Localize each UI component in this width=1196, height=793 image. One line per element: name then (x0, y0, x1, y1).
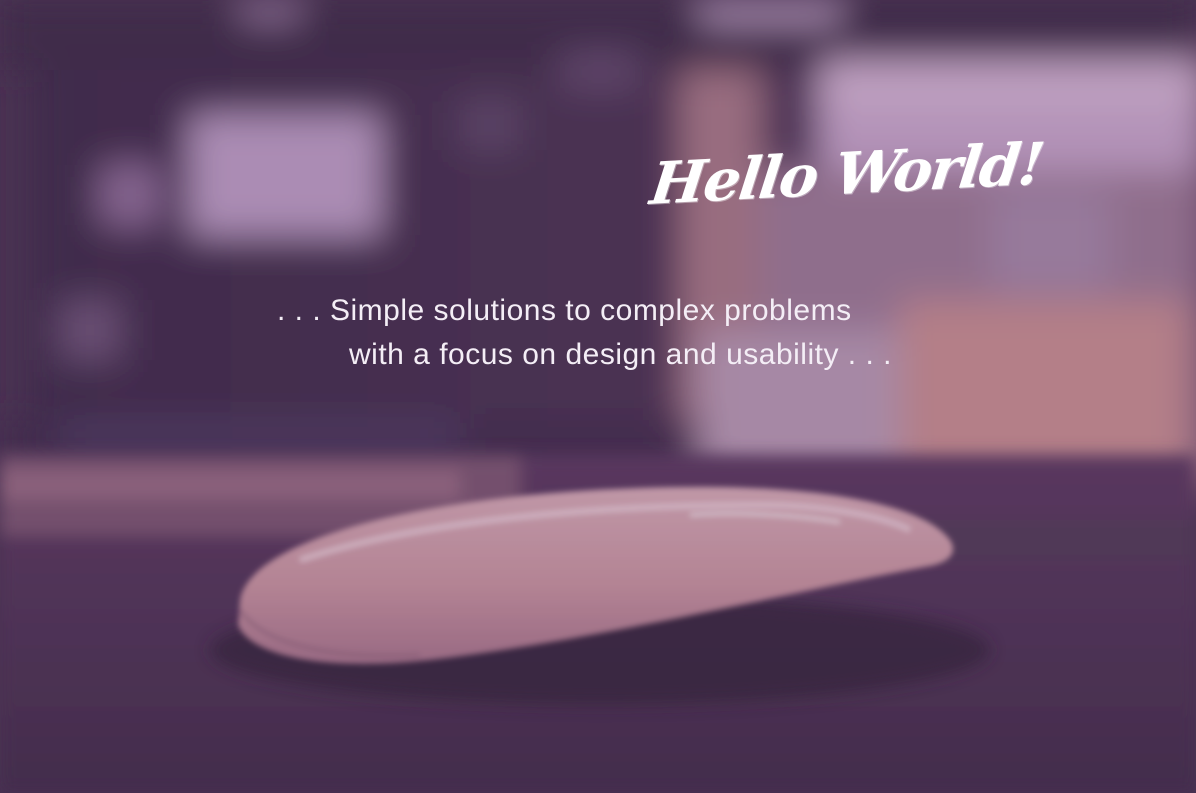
background-photo (0, 0, 1196, 793)
blurred-desk-scene (0, 0, 1196, 793)
tagline-line-1: . . . Simple solutions to complex proble… (277, 294, 852, 327)
tagline-line-2: with a focus on design and usability . .… (349, 338, 892, 371)
